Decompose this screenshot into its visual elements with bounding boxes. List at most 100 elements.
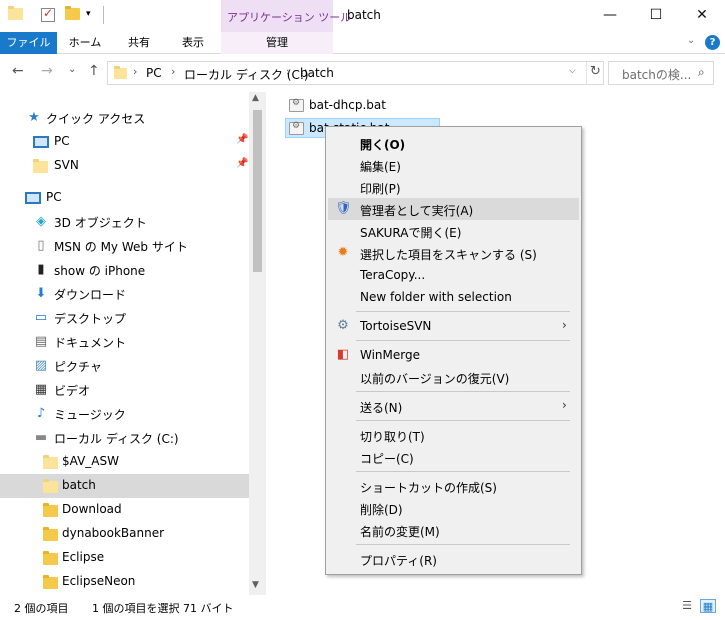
menu-item-label: 切り取り(T): [360, 430, 425, 444]
menu-item-copy[interactable]: コピー(C): [328, 446, 579, 468]
menu-item-print[interactable]: 印刷(P): [328, 176, 579, 198]
nav-item-iphone[interactable]: ▮ show の iPhone: [0, 258, 249, 282]
expand-ribbon-icon[interactable]: ⌄: [687, 35, 695, 46]
pin-icon[interactable]: 📌: [236, 158, 248, 169]
search-icon[interactable]: ⌕: [698, 65, 705, 80]
breadcrumb-pc[interactable]: PC: [146, 66, 162, 80]
pin-icon[interactable]: 📌: [236, 134, 248, 145]
address-bar[interactable]: › PC › ローカル ディスク (C:) › batch ⌵ ↻: [107, 61, 604, 85]
menu-item-send-to[interactable]: 送る(N) ›: [328, 395, 579, 417]
nav-item-pc[interactable]: PC: [0, 186, 249, 210]
quick-access-separator: [103, 6, 104, 24]
file-item-bat-dhcp[interactable]: bat-dhcp.bat: [286, 96, 390, 116]
folder-icon[interactable]: [8, 6, 23, 20]
up-arrow-icon[interactable]: ↑: [88, 63, 100, 79]
back-arrow-icon[interactable]: ←: [12, 63, 24, 79]
breadcrumb-separator[interactable]: ›: [286, 65, 290, 78]
customize-quick-access-icon[interactable]: ▾: [86, 9, 91, 19]
document-icon: ▯: [37, 238, 45, 253]
menu-item-run-as-admin[interactable]: 🛡 管理者として実行(A): [328, 198, 579, 220]
maximize-button[interactable]: ☐: [633, 0, 679, 30]
menu-item-new-folder-with-selection[interactable]: New folder with selection: [328, 286, 579, 308]
close-button[interactable]: ✕: [679, 0, 725, 30]
menu-item-label: 編集(E): [360, 160, 401, 174]
properties-icon[interactable]: [41, 6, 55, 22]
nav-scrollbar[interactable]: ▲ ▼: [249, 92, 266, 595]
submenu-arrow-icon: ›: [562, 398, 567, 412]
menu-item-tortoisesvn[interactable]: ⚙ TortoiseSVN ›: [328, 315, 579, 337]
menu-item-create-shortcut[interactable]: ショートカットの作成(S): [328, 475, 579, 497]
nav-item-quick-access[interactable]: ★ クイック アクセス: [0, 106, 249, 130]
forward-arrow-icon[interactable]: →: [41, 63, 53, 79]
menu-item-cut[interactable]: 切り取り(T): [328, 424, 579, 446]
ribbon-tabs: ファイル ホーム 共有 表示 管理 ⌄ ?: [0, 32, 725, 54]
new-folder-icon[interactable]: [65, 6, 80, 20]
tab-view[interactable]: 表示: [167, 32, 219, 54]
refresh-icon[interactable]: ↻: [590, 64, 601, 79]
menu-item-restore-previous-versions[interactable]: 以前のバージョンの復元(V): [328, 366, 579, 388]
nav-item-3d-objects[interactable]: ◈ 3D オブジェクト: [0, 210, 249, 234]
nav-item-label: Download: [62, 502, 122, 516]
menu-item-winmerge[interactable]: ◧ WinMerge: [328, 344, 579, 366]
nav-item-batch[interactable]: batch: [0, 474, 249, 498]
nav-item-av-asw[interactable]: $AV_ASW: [0, 450, 249, 474]
menu-item-label: WinMerge: [360, 348, 420, 362]
menu-item-rename[interactable]: 名前の変更(M): [328, 519, 579, 541]
batch-file-icon: [289, 98, 304, 112]
nav-item-pictures[interactable]: ▨ ピクチャ: [0, 354, 249, 378]
nav-item-label: ローカル ディスク (C:): [54, 432, 179, 446]
menu-item-delete[interactable]: 削除(D): [328, 497, 579, 519]
pictures-icon: ▨: [34, 358, 48, 373]
scroll-down-icon[interactable]: ▼: [252, 580, 259, 590]
scrollbar-thumb[interactable]: [253, 110, 262, 272]
recent-locations-icon[interactable]: ⌄: [68, 64, 76, 75]
tab-share[interactable]: 共有: [113, 32, 165, 54]
menu-item-label: 印刷(P): [360, 182, 401, 196]
address-dropdown-icon[interactable]: ⌵: [569, 66, 576, 76]
tab-file[interactable]: ファイル: [0, 32, 57, 54]
avast-icon: ✹: [337, 245, 349, 260]
nav-item-label: ダウンロード: [54, 288, 127, 302]
tab-manage[interactable]: 管理: [221, 32, 333, 54]
breadcrumb-separator[interactable]: ›: [133, 65, 137, 78]
nav-item-label: ビデオ: [54, 384, 91, 398]
nav-item-label: batch: [62, 478, 96, 492]
nav-item-msn-web[interactable]: ▯ MSN の My Web サイト: [0, 234, 249, 258]
nav-item-svn[interactable]: SVN 📌: [0, 154, 249, 178]
nav-item-dynabookbanner[interactable]: dynabookBanner: [0, 522, 249, 546]
phone-icon: ▮: [37, 262, 45, 277]
nav-item-music[interactable]: ♪ ミュージック: [0, 402, 249, 426]
menu-item-teracopy[interactable]: TeraCopy...: [328, 264, 579, 286]
nav-item-pc-pinned[interactable]: PC 📌: [0, 130, 249, 154]
nav-item-eclipseneon[interactable]: EclipseNeon: [0, 570, 249, 594]
scroll-up-icon[interactable]: ▲: [252, 93, 259, 103]
menu-item-avast-scan[interactable]: ✹ 選択した項目をスキャンする (S): [328, 242, 579, 264]
minimize-button[interactable]: —: [587, 0, 633, 30]
menu-item-edit[interactable]: 編集(E): [328, 154, 579, 176]
nav-item-label: EclipseNeon: [62, 574, 136, 588]
nav-item-desktop[interactable]: ▭ デスクトップ: [0, 306, 249, 330]
winmerge-icon: ◧: [336, 347, 350, 362]
status-bar: 2 個の項目 1 個の項目を選択 71 バイト ☰ ▦: [0, 595, 725, 620]
nav-item-videos[interactable]: ▦ ビデオ: [0, 378, 249, 402]
search-box[interactable]: batchの検... ⌕: [608, 61, 714, 85]
help-icon[interactable]: ?: [705, 35, 720, 50]
large-icons-view-icon[interactable]: ▦: [700, 599, 716, 613]
nav-item-download-folder[interactable]: Download: [0, 498, 249, 522]
folder-icon: [43, 551, 59, 567]
menu-item-label: 以前のバージョンの復元(V): [360, 372, 510, 386]
nav-item-local-disk[interactable]: ▬ ローカル ディスク (C:): [0, 426, 249, 450]
breadcrumb-batch[interactable]: batch: [300, 66, 334, 80]
music-icon: ♪: [36, 406, 46, 421]
navigation-pane: ★ クイック アクセス PC 📌 SVN 📌 PC ◈ 3D オブジェクト ▯ …: [0, 92, 266, 595]
monitor-icon: [25, 192, 41, 204]
menu-item-open-with-sakura[interactable]: SAKURAで開く(E): [328, 220, 579, 242]
details-view-icon[interactable]: ☰: [679, 599, 695, 613]
nav-item-eclipse[interactable]: Eclipse: [0, 546, 249, 570]
breadcrumb-separator[interactable]: ›: [171, 65, 175, 78]
menu-item-open[interactable]: 開く(O): [328, 132, 579, 154]
menu-item-properties[interactable]: プロパティ(R): [328, 548, 579, 570]
nav-item-documents[interactable]: ▤ ドキュメント: [0, 330, 249, 354]
tab-home[interactable]: ホーム: [59, 32, 111, 54]
nav-item-downloads[interactable]: ⬇ ダウンロード: [0, 282, 249, 306]
